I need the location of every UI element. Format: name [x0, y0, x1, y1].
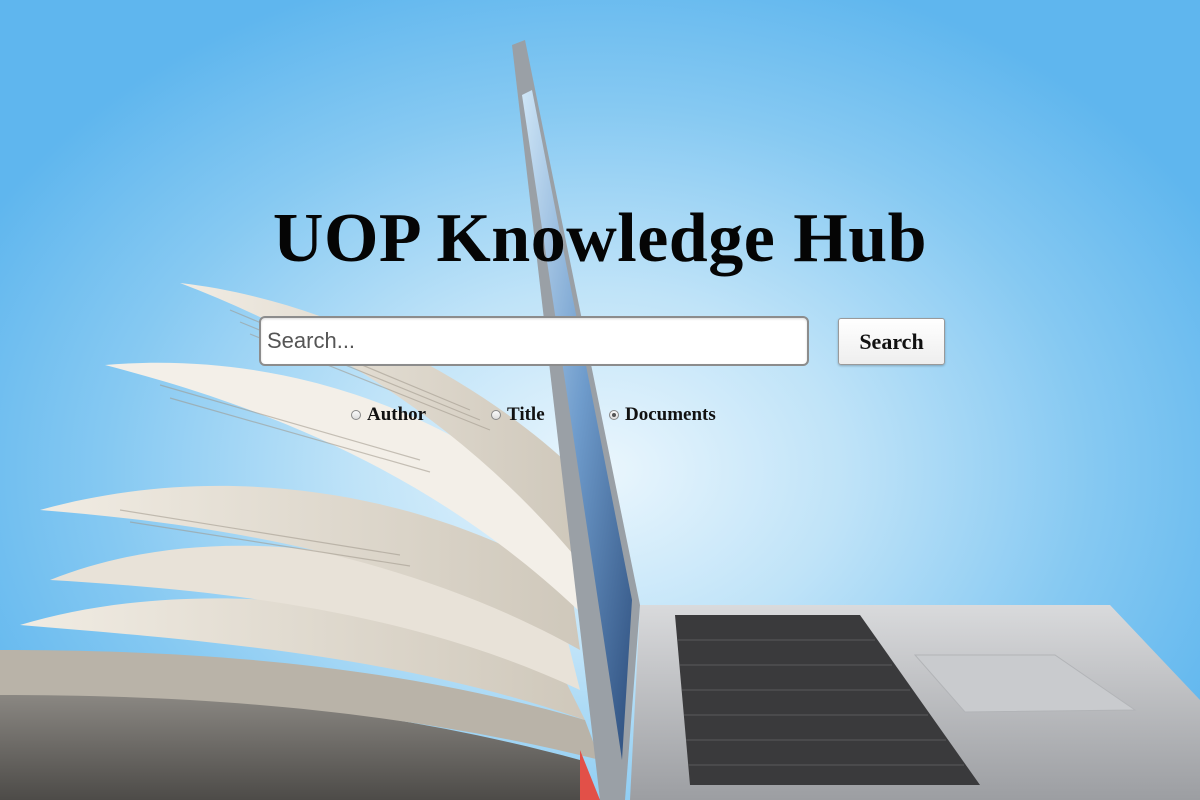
radio-documents-label: Documents — [625, 404, 716, 425]
radio-documents-indicator[interactable] — [609, 410, 619, 420]
radio-title[interactable]: Title — [491, 404, 545, 426]
page-title: UOP Knowledge Hub — [272, 200, 928, 277]
radio-author[interactable]: Author — [351, 404, 426, 426]
search-button[interactable]: Search — [838, 318, 945, 365]
radio-documents[interactable]: Documents — [609, 404, 716, 426]
book-laptop-illustration-icon — [0, 40, 1200, 800]
search-input[interactable] — [259, 316, 809, 366]
radio-title-label: Title — [507, 404, 545, 425]
radio-author-indicator[interactable] — [351, 410, 361, 420]
radio-author-label: Author — [367, 404, 427, 425]
radio-title-indicator[interactable] — [491, 410, 501, 420]
background-image — [0, 0, 1200, 800]
